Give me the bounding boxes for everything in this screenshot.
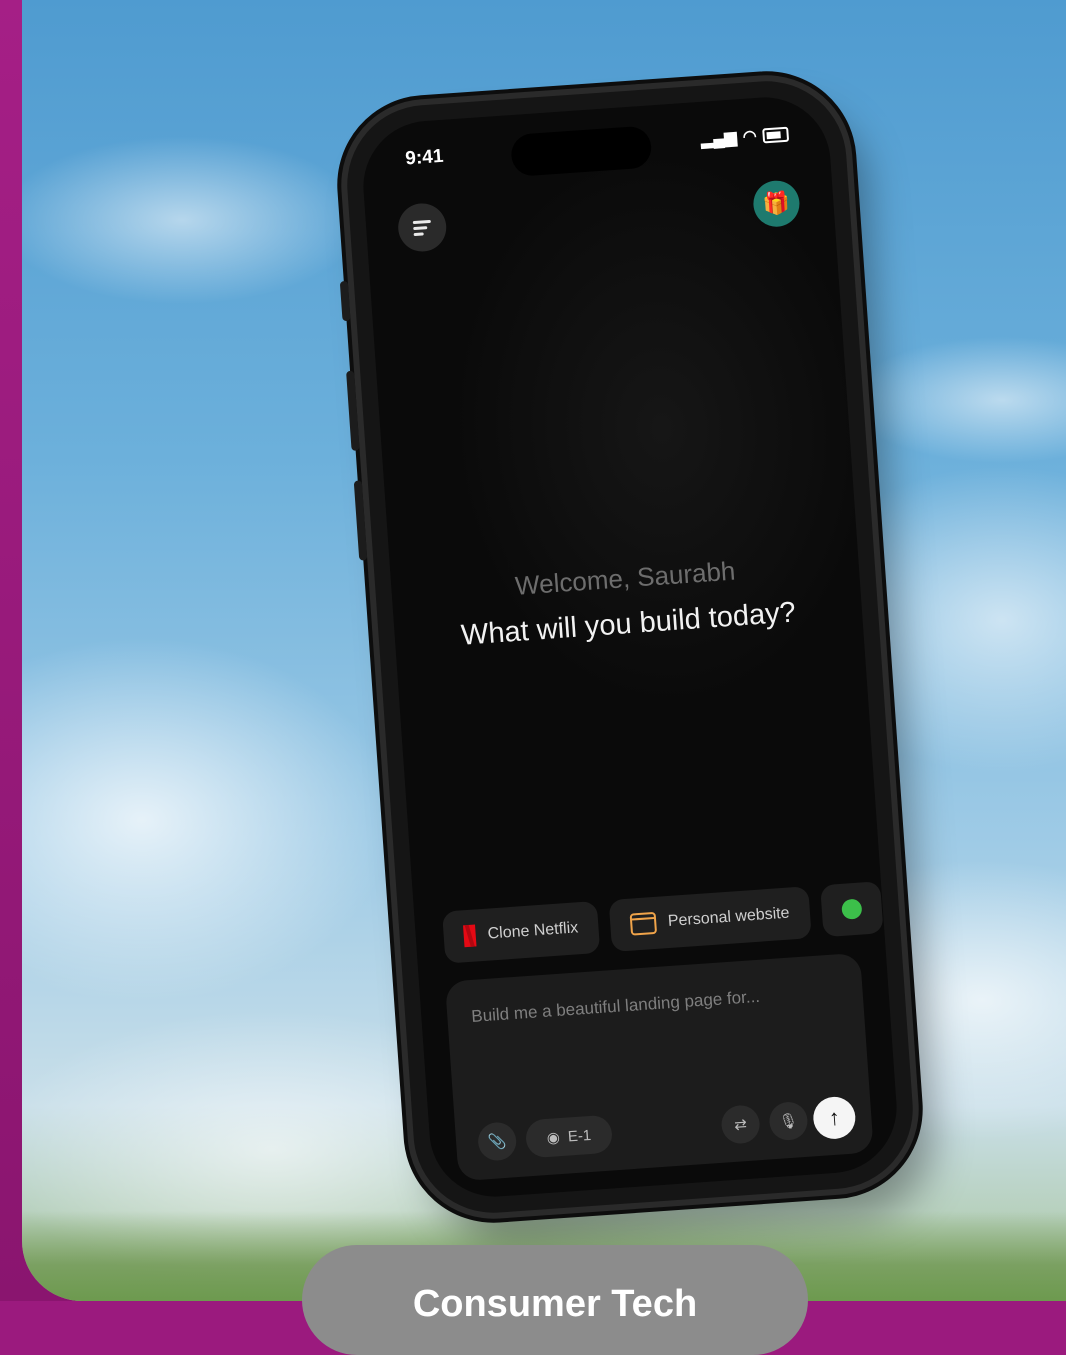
phone-device: 9:41 ▂▄▆ ◠ 🎁 Welcome, Saurabh What will … (339, 75, 919, 1219)
chip-more[interactable] (819, 881, 884, 938)
settings-button[interactable]: ⇄ (720, 1104, 761, 1145)
menu-icon (412, 216, 432, 238)
suggestion-chips: Clone Netflix Personal website (442, 881, 884, 964)
netflix-icon (463, 924, 477, 948)
send-button[interactable]: ↑ (811, 1095, 857, 1141)
chip-personal-website[interactable]: Personal website (608, 886, 812, 953)
attach-button[interactable]: 📎 (476, 1121, 518, 1162)
paperclip-icon: 📎 (487, 1132, 508, 1152)
chip-label: Clone Netflix (487, 919, 579, 943)
model-label: E-1 (567, 1126, 592, 1146)
dynamic-island (510, 125, 653, 178)
status-icons: ▂▄▆ ◠ (700, 124, 790, 150)
mic-icon: 🎙 (778, 1112, 799, 1131)
website-icon (629, 911, 657, 936)
phone-screen: 9:41 ▂▄▆ ◠ 🎁 Welcome, Saurabh What will … (358, 92, 902, 1202)
gift-icon: 🎁 (761, 189, 791, 217)
menu-button[interactable] (396, 201, 448, 254)
status-time: 9:41 (404, 145, 445, 170)
prompt-input[interactable] (468, 980, 842, 1029)
caption-pill: Consumer Tech (302, 1245, 808, 1355)
chip-label: Personal website (667, 904, 791, 931)
arrow-up-icon: ↑ (827, 1104, 841, 1131)
model-selector[interactable]: ◉ E-1 (524, 1114, 614, 1159)
prompt-composer: 📎 ◉ E-1 ⇄ 🎙 ↑ (444, 952, 874, 1182)
battery-icon (762, 126, 790, 143)
mic-button[interactable]: 🎙 (768, 1100, 809, 1142)
wifi-icon: ◠ (742, 127, 758, 146)
model-icon: ◉ (546, 1129, 561, 1147)
caption-text: Consumer Tech (412, 1283, 698, 1325)
green-circle-icon (840, 898, 863, 920)
gift-button[interactable]: 🎁 (751, 179, 801, 229)
signal-icon: ▂▄▆ (700, 129, 738, 149)
chip-clone-netflix[interactable]: Clone Netflix (442, 900, 600, 964)
sliders-icon: ⇄ (733, 1116, 748, 1134)
